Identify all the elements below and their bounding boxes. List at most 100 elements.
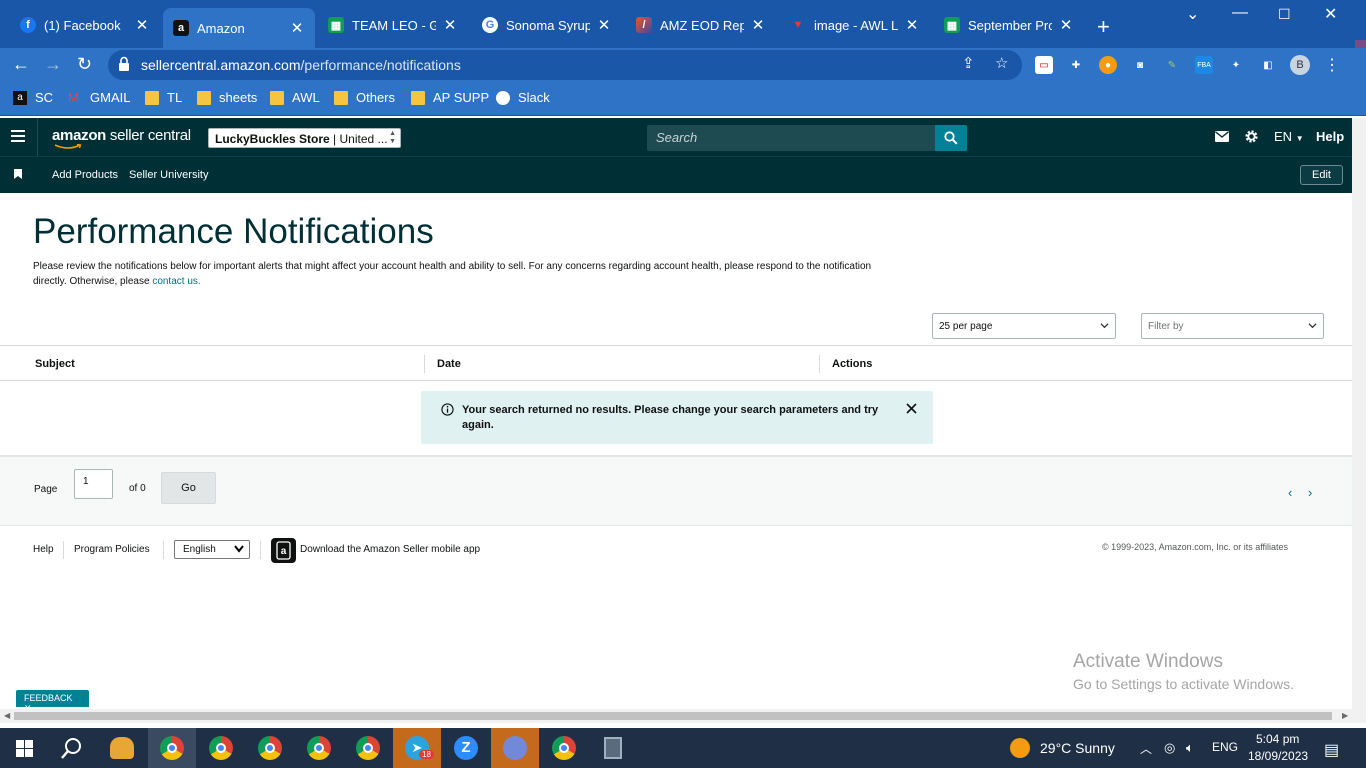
- calculator-icon[interactable]: [589, 728, 637, 768]
- bookmark-slack[interactable]: Slack: [496, 90, 550, 105]
- address-bar[interactable]: sellercentral.amazon.com/performance/not…: [108, 50, 1022, 80]
- back-icon[interactable]: ←: [12, 54, 30, 75]
- bookmark-sc[interactable]: a SC: [13, 90, 53, 105]
- minimize-icon[interactable]: —: [1232, 4, 1248, 22]
- side-panel-icon[interactable]: ◧: [1259, 56, 1277, 74]
- footer-help-link[interactable]: Help: [33, 544, 54, 555]
- tab-search-icon[interactable]: ⌄: [1186, 4, 1199, 24]
- close-icon[interactable]: ✕: [134, 16, 150, 34]
- tab-team-leo[interactable]: ▦ TEAM LEO - Goo ✕: [318, 8, 468, 42]
- avatar[interactable]: B: [1290, 55, 1310, 75]
- extension-icon[interactable]: ✎: [1163, 56, 1181, 74]
- chrome-icon[interactable]: [246, 728, 294, 768]
- bookmark-gmail[interactable]: M GMAIL: [68, 90, 130, 105]
- tab-september-profit[interactable]: ▦ September Profit ✕: [934, 8, 1084, 42]
- per-page-select[interactable]: 25 per page: [932, 313, 1116, 339]
- bookmark-ap-supp[interactable]: AP SUPP: [411, 90, 489, 105]
- hamburger-menu-icon[interactable]: [11, 130, 25, 142]
- gear-icon[interactable]: [1244, 129, 1259, 144]
- bookmark-star-icon[interactable]: ☆: [995, 54, 1008, 72]
- input-language[interactable]: ENG: [1212, 740, 1238, 754]
- app-icon[interactable]: [98, 728, 146, 768]
- close-icon[interactable]: ✕: [750, 16, 766, 34]
- forward-icon[interactable]: →: [44, 54, 62, 75]
- vertical-scrollbar[interactable]: [1352, 118, 1366, 723]
- help-link[interactable]: Help: [1316, 129, 1344, 144]
- maximize-icon[interactable]: ☐: [1278, 6, 1291, 23]
- weather-icon[interactable]: [1010, 738, 1030, 758]
- bookmark-awl[interactable]: AWL: [270, 90, 320, 105]
- column-subject[interactable]: Subject: [35, 358, 75, 370]
- go-button[interactable]: Go: [161, 472, 216, 504]
- language-dropdown[interactable]: English: [174, 540, 250, 559]
- horizontal-scrollbar[interactable]: ◀ ▶: [0, 709, 1352, 723]
- store-selector[interactable]: LuckyBuckles Store | United ... ▲ ▼: [208, 128, 401, 148]
- extension-icon[interactable]: ▭: [1035, 56, 1053, 74]
- reload-icon[interactable]: ↻: [77, 54, 92, 75]
- camera-icon[interactable]: ◙: [1131, 56, 1149, 74]
- search-input[interactable]: Search: [647, 125, 937, 151]
- bookmark-tl[interactable]: TL: [145, 90, 182, 105]
- chrome-icon[interactable]: [540, 728, 588, 768]
- chrome-icon[interactable]: [344, 728, 392, 768]
- tab-awl-lab[interactable]: ▼ image - AWL LAB ✕: [780, 8, 930, 42]
- mail-icon[interactable]: [1215, 131, 1229, 142]
- tab-facebook[interactable]: f (1) Facebook ✕: [10, 8, 160, 42]
- clock-time[interactable]: 5:04 pm: [1256, 732, 1299, 746]
- filter-select[interactable]: Filter by: [1141, 313, 1324, 339]
- tab-sonoma[interactable]: G Sonoma Syrup Co ✕: [472, 8, 622, 42]
- close-icon[interactable]: ✕: [442, 16, 458, 34]
- tab-amazon[interactable]: a Amazon ✕: [163, 8, 315, 48]
- chevron-up-icon[interactable]: ︿: [1140, 740, 1152, 757]
- language-selector[interactable]: EN ▼: [1274, 129, 1304, 144]
- extension-icon[interactable]: FBA: [1195, 56, 1213, 74]
- search-icon[interactable]: [48, 728, 96, 768]
- program-policies-link[interactable]: Program Policies: [74, 544, 150, 555]
- page-number-input[interactable]: 1: [74, 469, 113, 499]
- nav-add-products[interactable]: Add Products: [52, 169, 118, 181]
- menu-icon[interactable]: ⋮: [1323, 56, 1341, 74]
- network-icon[interactable]: ◎: [1164, 740, 1175, 756]
- bookmark-sheets[interactable]: sheets: [197, 90, 257, 105]
- extension-icon[interactable]: ●: [1099, 56, 1117, 74]
- new-tab-button[interactable]: +: [1097, 14, 1110, 40]
- close-icon[interactable]: ✕: [904, 16, 920, 34]
- bookmark-others[interactable]: Others: [334, 90, 395, 105]
- search-button[interactable]: [935, 125, 967, 151]
- zoom-icon[interactable]: Z: [442, 728, 490, 768]
- seller-central-logo[interactable]: amazon seller central: [52, 127, 191, 149]
- scrollbar-thumb[interactable]: [14, 712, 1332, 720]
- windows-start-icon[interactable]: [0, 728, 48, 768]
- close-icon[interactable]: ✕: [1058, 16, 1074, 34]
- bookmark-icon[interactable]: [14, 169, 22, 179]
- contact-us-link[interactable]: contact us.: [152, 276, 200, 287]
- scroll-right-icon[interactable]: ▶: [1342, 711, 1348, 720]
- close-icon[interactable]: [906, 403, 917, 414]
- edit-button[interactable]: Edit: [1300, 165, 1343, 185]
- chrome-icon[interactable]: [148, 728, 196, 768]
- feedback-button[interactable]: FEEDBACK ✕: [16, 690, 89, 713]
- close-icon[interactable]: ✕: [289, 19, 305, 37]
- extension-icon[interactable]: ✚: [1067, 56, 1085, 74]
- weather-text[interactable]: 29°C Sunny: [1040, 740, 1115, 756]
- discord-icon[interactable]: [491, 728, 539, 768]
- puzzle-icon[interactable]: ✦: [1227, 56, 1245, 74]
- share-icon[interactable]: ⇪: [962, 54, 975, 72]
- download-app-link[interactable]: Download the Amazon Seller mobile app: [300, 544, 480, 555]
- window-close-icon[interactable]: ✕: [1324, 4, 1337, 24]
- column-date[interactable]: Date: [437, 358, 461, 370]
- scroll-left-icon[interactable]: ◀: [4, 711, 10, 720]
- telegram-icon[interactable]: ➤ 18: [393, 728, 441, 768]
- volume-icon[interactable]: 🔈︎: [1186, 740, 1194, 756]
- close-icon[interactable]: ✕: [596, 16, 612, 34]
- nav-seller-university[interactable]: Seller University: [129, 169, 208, 181]
- notifications-icon[interactable]: ▤: [1324, 740, 1339, 760]
- chrome-icon[interactable]: [295, 728, 343, 768]
- amazon-icon: a: [173, 20, 189, 36]
- tab-amz-eod[interactable]: / AMZ EOD Report ✕: [626, 8, 776, 42]
- amazon-app-icon[interactable]: a: [271, 538, 296, 563]
- next-page-icon[interactable]: ›: [1308, 485, 1312, 500]
- chrome-icon[interactable]: [197, 728, 245, 768]
- clock-date[interactable]: 18/09/2023: [1248, 749, 1308, 763]
- prev-page-icon[interactable]: ‹: [1288, 485, 1292, 500]
